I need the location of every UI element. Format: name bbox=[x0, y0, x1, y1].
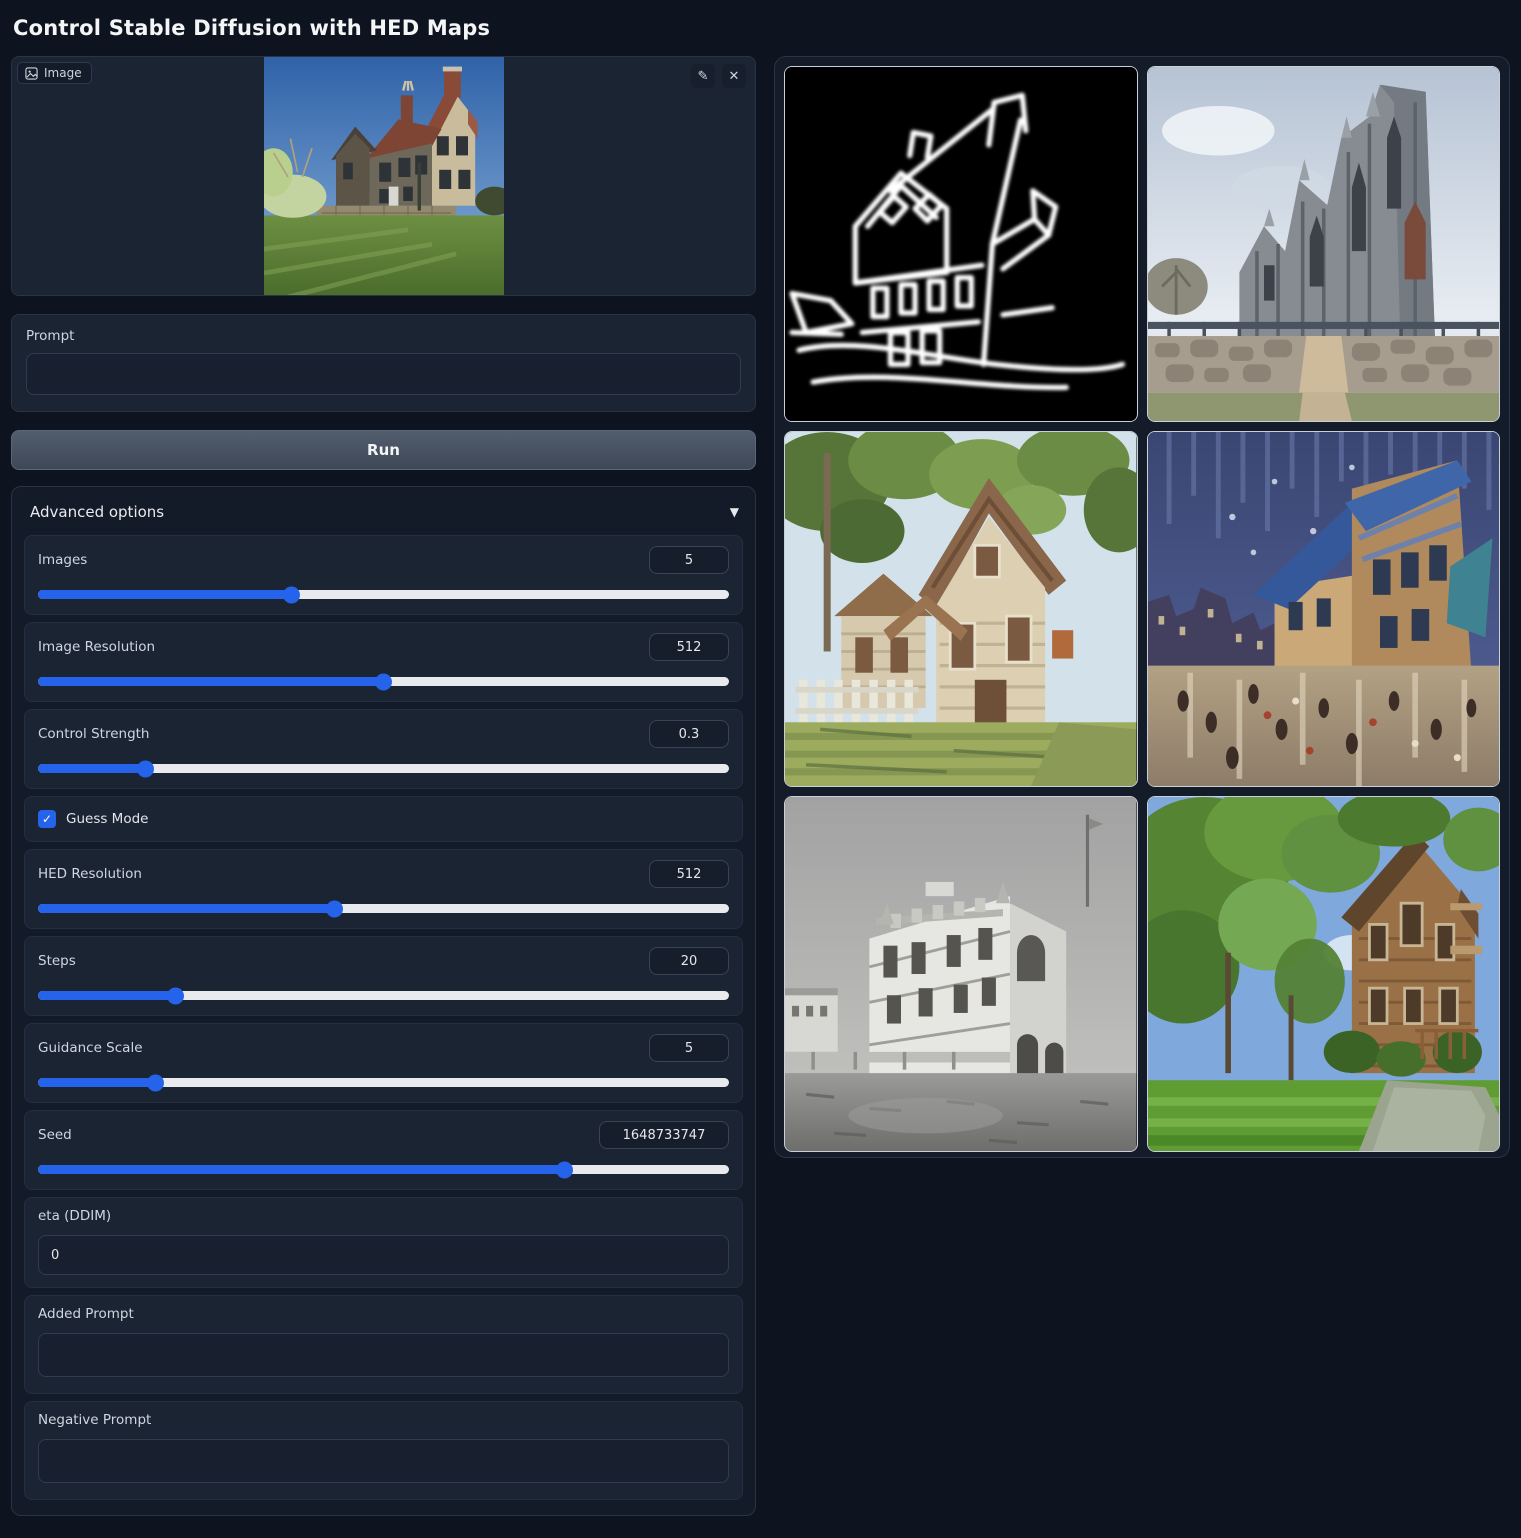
eta-label: eta (DDIM) bbox=[38, 1208, 729, 1224]
eta-input[interactable] bbox=[38, 1235, 729, 1275]
output-gallery bbox=[774, 56, 1510, 1158]
guess-mode-row: ✓ Guess Mode bbox=[24, 796, 743, 842]
uploaded-image[interactable] bbox=[12, 57, 755, 295]
guess-mode-label: Guess Mode bbox=[66, 811, 148, 827]
uploaded-image-preview bbox=[264, 57, 504, 296]
hed-resolution-value-input[interactable] bbox=[649, 860, 729, 888]
advanced-options-panel: Advanced options ▼ Images Ima bbox=[11, 486, 756, 1516]
prompt-input[interactable] bbox=[26, 353, 741, 395]
advanced-options-accordion[interactable]: Advanced options ▼ bbox=[24, 499, 743, 535]
prompt-label: Prompt bbox=[26, 328, 741, 344]
image-icon bbox=[25, 67, 38, 80]
added-prompt-row: Added Prompt bbox=[24, 1295, 743, 1394]
image-actions: ✎ ✕ bbox=[691, 64, 746, 88]
run-button[interactable]: Run bbox=[11, 430, 756, 470]
eta-row: eta (DDIM) bbox=[24, 1197, 743, 1288]
image-resolution-value-input[interactable] bbox=[649, 633, 729, 661]
edit-image-button[interactable]: ✎ bbox=[691, 64, 715, 88]
image-component-label: Image bbox=[17, 62, 92, 84]
slider-handle[interactable] bbox=[147, 1074, 164, 1091]
image-component-label-text: Image bbox=[44, 66, 82, 80]
slider-handle[interactable] bbox=[283, 586, 300, 603]
image-resolution-label: Image Resolution bbox=[38, 639, 155, 655]
controls-column: Image ✎ ✕ bbox=[11, 56, 756, 1538]
chevron-down-icon: ▼ bbox=[730, 505, 739, 519]
guidance-scale-value-input[interactable] bbox=[649, 1034, 729, 1062]
negative-prompt-label: Negative Prompt bbox=[38, 1412, 729, 1428]
input-image-component: Image ✎ ✕ bbox=[11, 56, 756, 296]
steps-label: Steps bbox=[38, 953, 76, 969]
added-prompt-label: Added Prompt bbox=[38, 1306, 729, 1322]
seed-value-input[interactable] bbox=[599, 1121, 729, 1149]
gallery-item-cathedral[interactable] bbox=[1147, 66, 1501, 422]
seed-slider[interactable] bbox=[38, 1162, 729, 1177]
slider-row-image-resolution: Image Resolution bbox=[24, 622, 743, 702]
app-root: Control Stable Diffusion with HED Maps I… bbox=[0, 0, 1521, 1538]
slider-row-images: Images bbox=[24, 535, 743, 615]
slider-handle[interactable] bbox=[326, 900, 343, 917]
hed-resolution-slider[interactable] bbox=[38, 901, 729, 916]
check-icon: ✓ bbox=[42, 812, 52, 826]
guidance-scale-slider[interactable] bbox=[38, 1075, 729, 1090]
images-label: Images bbox=[38, 552, 87, 568]
gallery-item-bw-building[interactable] bbox=[784, 796, 1138, 1152]
control-strength-label: Control Strength bbox=[38, 726, 150, 742]
slider-row-steps: Steps bbox=[24, 936, 743, 1016]
slider-handle[interactable] bbox=[167, 987, 184, 1004]
prompt-block: Prompt bbox=[11, 314, 756, 412]
guess-mode-checkbox[interactable]: ✓ bbox=[38, 810, 56, 828]
slider-row-seed: Seed bbox=[24, 1110, 743, 1190]
slider-handle[interactable] bbox=[375, 673, 392, 690]
guidance-scale-label: Guidance Scale bbox=[38, 1040, 143, 1056]
added-prompt-input[interactable] bbox=[38, 1333, 729, 1377]
image-resolution-slider[interactable] bbox=[38, 674, 729, 689]
steps-slider[interactable] bbox=[38, 988, 729, 1003]
negative-prompt-row: Negative Prompt bbox=[24, 1401, 743, 1500]
slider-row-control-strength: Control Strength bbox=[24, 709, 743, 789]
gallery-item-impressionist-building[interactable] bbox=[1147, 431, 1501, 787]
images-value-input[interactable] bbox=[649, 546, 729, 574]
clear-image-button[interactable]: ✕ bbox=[722, 64, 746, 88]
slider-row-guidance-scale: Guidance Scale bbox=[24, 1023, 743, 1103]
close-icon: ✕ bbox=[729, 68, 740, 84]
steps-value-input[interactable] bbox=[649, 947, 729, 975]
gallery-item-cottage-painting[interactable] bbox=[784, 431, 1138, 787]
slider-handle[interactable] bbox=[556, 1161, 573, 1178]
edit-icon: ✎ bbox=[698, 68, 709, 84]
page-title: Control Stable Diffusion with HED Maps bbox=[13, 16, 1510, 40]
hed-resolution-label: HED Resolution bbox=[38, 866, 142, 882]
seed-label: Seed bbox=[38, 1127, 72, 1143]
advanced-options-title: Advanced options bbox=[30, 503, 164, 521]
slider-handle[interactable] bbox=[137, 760, 154, 777]
slider-row-hed-resolution: HED Resolution bbox=[24, 849, 743, 929]
control-strength-slider[interactable] bbox=[38, 761, 729, 776]
images-slider[interactable] bbox=[38, 587, 729, 602]
main-layout: Image ✎ ✕ bbox=[11, 56, 1510, 1538]
negative-prompt-input[interactable] bbox=[38, 1439, 729, 1483]
gallery-item-brick-house[interactable] bbox=[1147, 796, 1501, 1152]
gallery-item-hed-edge-map[interactable] bbox=[784, 66, 1138, 422]
control-strength-value-input[interactable] bbox=[649, 720, 729, 748]
